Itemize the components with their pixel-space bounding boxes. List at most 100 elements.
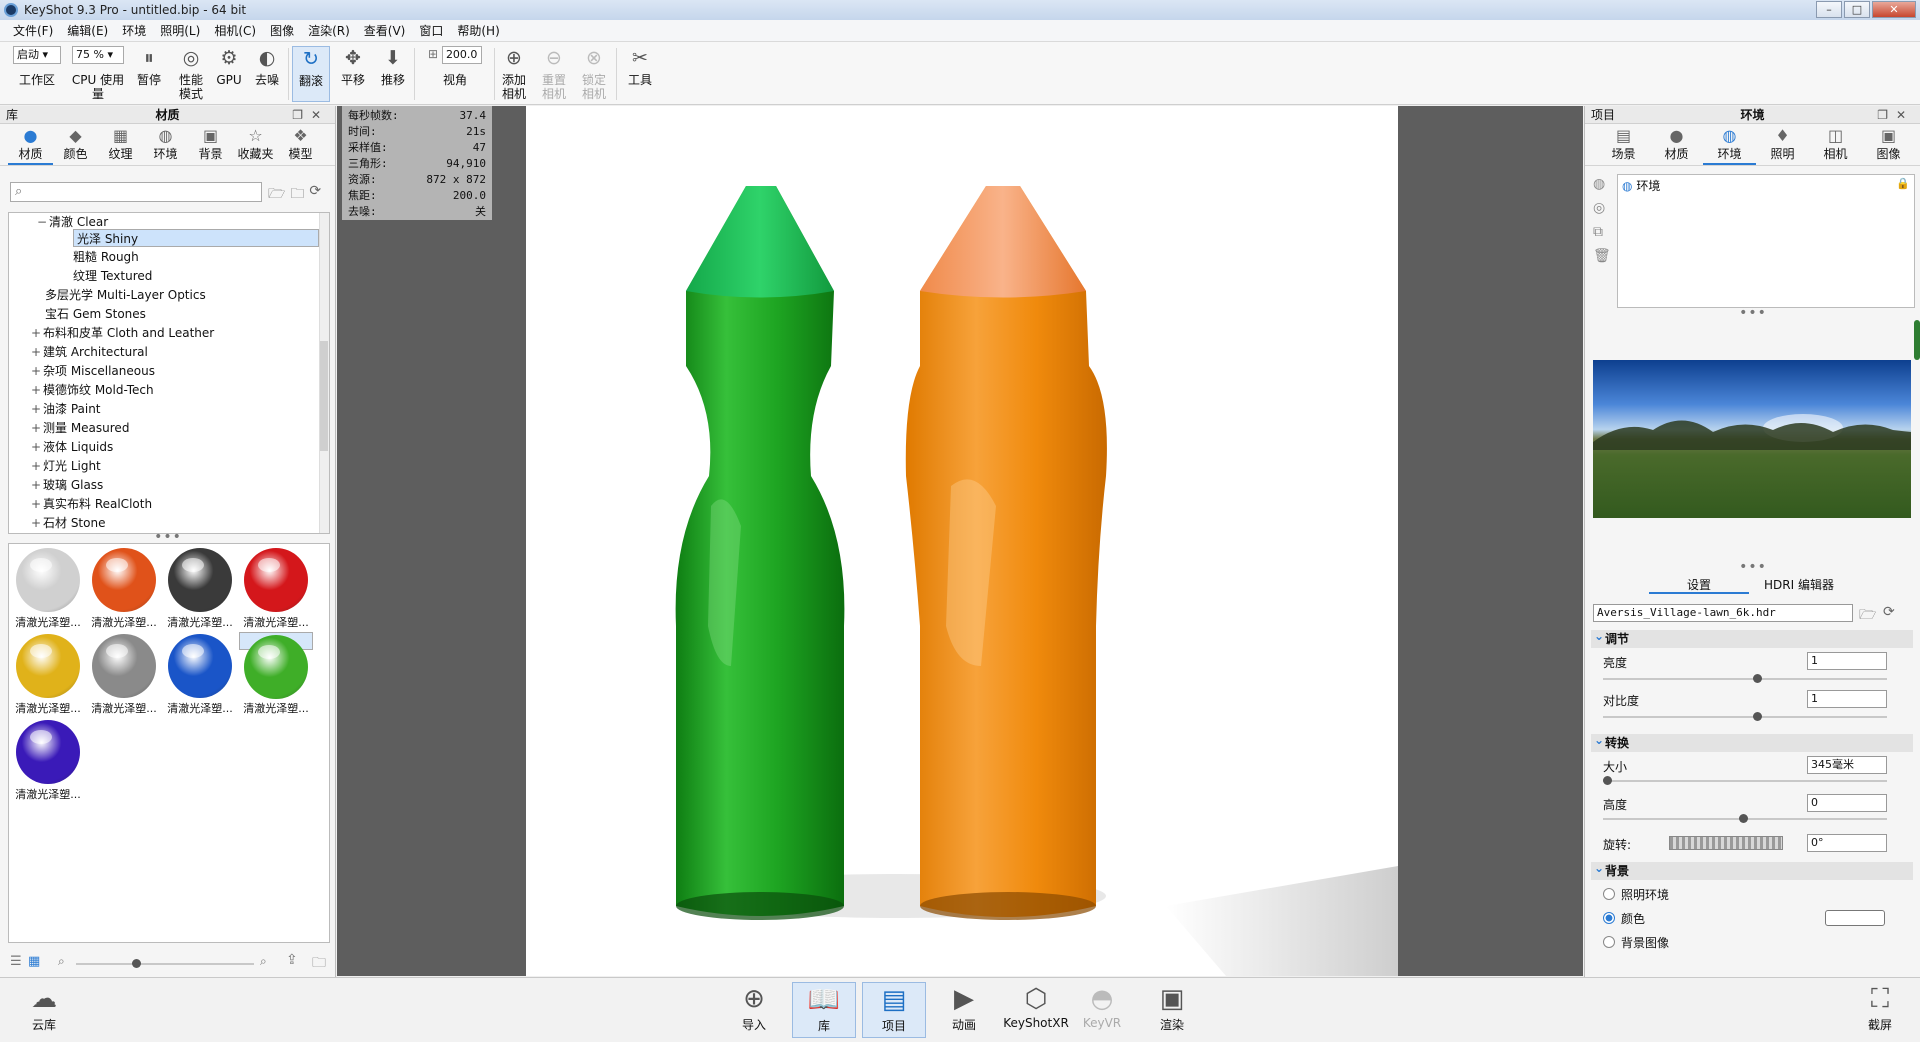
dolly-button[interactable]: ⬇ 推移 bbox=[376, 46, 410, 87]
panel-scroll-indicator[interactable] bbox=[1914, 320, 1920, 360]
tab-environment[interactable]: ◍ 环境 bbox=[1703, 124, 1756, 165]
material-thumb[interactable]: 清澈光泽塑... bbox=[239, 546, 313, 630]
menu-camera[interactable]: 相机(C) bbox=[207, 22, 263, 39]
folder-icon[interactable]: 🗀 bbox=[312, 952, 326, 976]
size-input[interactable]: 345毫米 bbox=[1807, 756, 1887, 774]
add-camera-button[interactable]: ⊕ 添加相机 bbox=[498, 46, 530, 101]
slider-knob[interactable] bbox=[132, 959, 141, 968]
project-button[interactable]: ▤ 项目 bbox=[862, 982, 926, 1038]
add-environment-icon[interactable]: ◍ bbox=[1593, 176, 1611, 192]
collapse-icon[interactable]: − bbox=[35, 213, 49, 231]
expand-icon[interactable]: + bbox=[29, 362, 43, 380]
expand-icon[interactable]: + bbox=[29, 476, 43, 494]
tab-settings[interactable]: 设置 bbox=[1649, 576, 1749, 594]
tree-item-architectural[interactable]: + 建筑 Architectural bbox=[29, 343, 148, 361]
render-button[interactable]: ▣ 渲染 bbox=[1140, 982, 1204, 1033]
tab-environments[interactable]: ◍ 环境 bbox=[143, 124, 188, 165]
brightness-input[interactable]: 1 bbox=[1807, 652, 1887, 670]
expand-icon[interactable]: + bbox=[29, 324, 43, 342]
size-slider[interactable] bbox=[1603, 776, 1887, 785]
slider-knob[interactable] bbox=[1603, 776, 1612, 785]
library-button[interactable]: 📖 库 bbox=[792, 982, 856, 1038]
duplicate-environment-icon[interactable]: ◎ bbox=[1593, 200, 1611, 216]
tree-item-gemstones[interactable]: 宝石 Gem Stones bbox=[45, 305, 146, 323]
tab-colors[interactable]: ◆ 颜色 bbox=[53, 124, 98, 165]
tree-item-liquids[interactable]: + 液体 Liquids bbox=[29, 438, 113, 456]
tree-item-misc[interactable]: + 杂项 Miscellaneous bbox=[29, 362, 155, 380]
copy-environment-icon[interactable]: ⧉ bbox=[1593, 224, 1611, 240]
tree-item-moldtech[interactable]: + 模德饰纹 Mold-Tech bbox=[29, 381, 154, 399]
cloud-library-button[interactable]: ☁ 云库 bbox=[12, 982, 76, 1033]
slider-knob[interactable] bbox=[1753, 712, 1762, 721]
brightness-slider[interactable] bbox=[1603, 674, 1887, 683]
refresh-icon[interactable]: ⟳ bbox=[309, 183, 321, 207]
lock-icon[interactable]: 🔒 bbox=[1896, 177, 1910, 190]
open-folder-icon[interactable]: 🗁 bbox=[1859, 604, 1876, 628]
library-search-input[interactable]: ⌕ bbox=[10, 182, 262, 202]
section-transform[interactable]: 转换 bbox=[1591, 731, 1913, 752]
denoise-button[interactable]: ◐ 去噪 bbox=[252, 46, 282, 87]
tree-item-measured[interactable]: + 测量 Measured bbox=[29, 419, 129, 437]
folder-add-icon[interactable]: 🗀 bbox=[290, 183, 304, 207]
screenshot-button[interactable]: ⛶ 截屏 bbox=[1848, 982, 1912, 1033]
splitter-handle[interactable]: ••• bbox=[1585, 306, 1920, 320]
hdri-preview[interactable] bbox=[1593, 360, 1911, 518]
expand-icon[interactable]: + bbox=[29, 457, 43, 475]
keyvr-button[interactable]: ◓ KeyVR bbox=[1070, 982, 1134, 1030]
slider-knob[interactable] bbox=[1739, 814, 1748, 823]
material-thumb[interactable]: 清澈光泽塑... bbox=[163, 632, 237, 716]
minimize-button[interactable]: – bbox=[1816, 1, 1842, 18]
expand-icon[interactable]: + bbox=[29, 514, 43, 532]
tree-item-light[interactable]: + 灯光 Light bbox=[29, 457, 101, 475]
pause-button[interactable]: ⏸ 暂停 bbox=[134, 46, 164, 87]
bg-color-swatch[interactable] bbox=[1825, 910, 1885, 926]
cloud-upload-icon[interactable]: ⇪ bbox=[286, 952, 298, 968]
contrast-slider[interactable] bbox=[1603, 712, 1887, 721]
panel-float-close-icons[interactable]: ❐✕ bbox=[292, 106, 329, 124]
tree-scroll-thumb[interactable] bbox=[320, 341, 328, 451]
material-thumb[interactable]: 清澈光泽塑... bbox=[87, 546, 161, 630]
expand-icon[interactable]: + bbox=[29, 495, 43, 513]
menu-help[interactable]: 帮助(H) bbox=[450, 22, 506, 39]
tab-hdri-editor[interactable]: HDRI 编辑器 bbox=[1749, 576, 1849, 594]
open-folder-icon[interactable]: 🗁 bbox=[268, 183, 285, 207]
tree-item-stone[interactable]: + 石材 Stone bbox=[29, 514, 106, 532]
import-button[interactable]: ⊕ 导入 bbox=[722, 982, 786, 1033]
material-thumb[interactable]: 清澈光泽塑... bbox=[11, 546, 85, 630]
section-adjust[interactable]: 调节 bbox=[1591, 627, 1913, 648]
expand-icon[interactable]: + bbox=[29, 381, 43, 399]
bg-color-radio[interactable] bbox=[1603, 912, 1615, 924]
tree-item-multilayer[interactable]: 多层光学 Multi-Layer Optics bbox=[45, 286, 206, 304]
menu-image[interactable]: 图像 bbox=[263, 22, 301, 39]
tab-camera[interactable]: ◫ 相机 bbox=[1809, 124, 1862, 165]
tree-item-textured[interactable]: 纹理 Textured bbox=[73, 267, 152, 285]
bg-lighting-env-radio[interactable] bbox=[1603, 888, 1615, 900]
slider-knob[interactable] bbox=[1753, 674, 1762, 683]
hdri-file-field[interactable]: Aversis_Village-lawn_6k.hdr bbox=[1593, 604, 1853, 622]
grid-view-icon[interactable]: ▦ bbox=[28, 954, 40, 969]
tree-item-paint[interactable]: + 油漆 Paint bbox=[29, 400, 101, 418]
cpu-usage-select[interactable]: 75 % ▾ bbox=[72, 46, 124, 64]
expand-icon[interactable]: + bbox=[29, 419, 43, 437]
tab-favorites[interactable]: ☆ 收藏夹 bbox=[233, 124, 278, 165]
material-thumb[interactable]: 清澈光泽塑... bbox=[11, 632, 85, 716]
gpu-button[interactable]: ⚙ GPU bbox=[214, 46, 244, 87]
menu-file[interactable]: 文件(F) bbox=[6, 22, 60, 39]
splitter-handle[interactable]: ••• bbox=[1585, 560, 1920, 574]
expand-icon[interactable]: + bbox=[29, 343, 43, 361]
bg-image-radio[interactable] bbox=[1603, 936, 1615, 948]
workspace-select[interactable]: 启动 ▾ bbox=[13, 46, 61, 64]
tab-textures[interactable]: ▦ 纹理 bbox=[98, 124, 143, 165]
tools-button[interactable]: ✂ 工具 bbox=[622, 46, 658, 87]
menu-render[interactable]: 渲染(R) bbox=[301, 22, 357, 39]
thumbnail-size-slider[interactable] bbox=[76, 959, 254, 968]
close-button[interactable]: ✕ bbox=[1872, 1, 1916, 18]
material-thumb[interactable]: 清澈光泽塑... bbox=[87, 632, 161, 716]
tab-models[interactable]: ❖ 模型 bbox=[278, 124, 323, 165]
tree-item-rough[interactable]: 粗糙 Rough bbox=[73, 248, 139, 266]
lock-camera-button[interactable]: ⊗ 锁定相机 bbox=[578, 46, 610, 101]
tab-image[interactable]: ▣ 图像 bbox=[1862, 124, 1915, 165]
tab-backplates[interactable]: ▣ 背景 bbox=[188, 124, 233, 165]
delete-icon[interactable]: 🗑 bbox=[1593, 248, 1611, 264]
contrast-input[interactable]: 1 bbox=[1807, 690, 1887, 708]
